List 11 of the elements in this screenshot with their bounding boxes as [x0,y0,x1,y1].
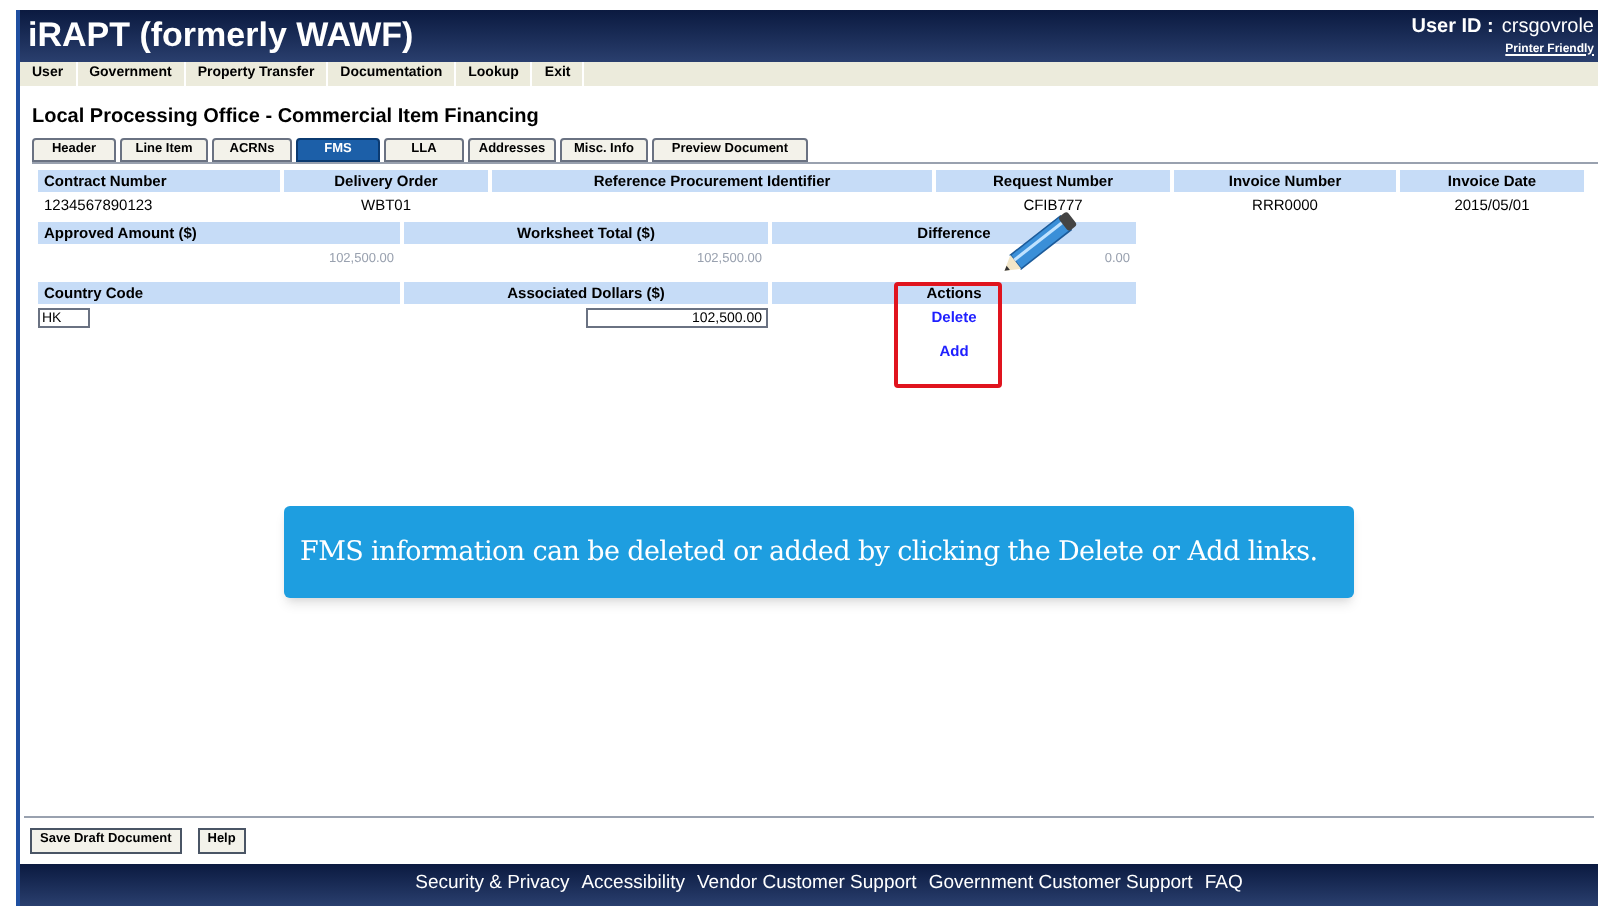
page-title: Local Processing Office - Commercial Item Financing [32,104,541,132]
app-title: iRAPT (formerly WAWF) [28,14,414,59]
footer-link[interactable]: Vendor Customer Support [696,870,917,900]
user-id: crsgovrole [1501,17,1594,37]
highlight-frame [894,282,1002,388]
callout-text: FMS information can be deleted or added by clicking the Delete or Add links. [300,533,1318,572]
footer-link[interactable]: FAQ [1204,870,1243,900]
user-id-label: User ID : [1411,17,1494,37]
footer-link[interactable]: Accessibility [581,870,685,900]
footer-link[interactable]: Government Customer Support [928,870,1193,900]
footer-link[interactable]: Security & Privacy [415,870,570,900]
